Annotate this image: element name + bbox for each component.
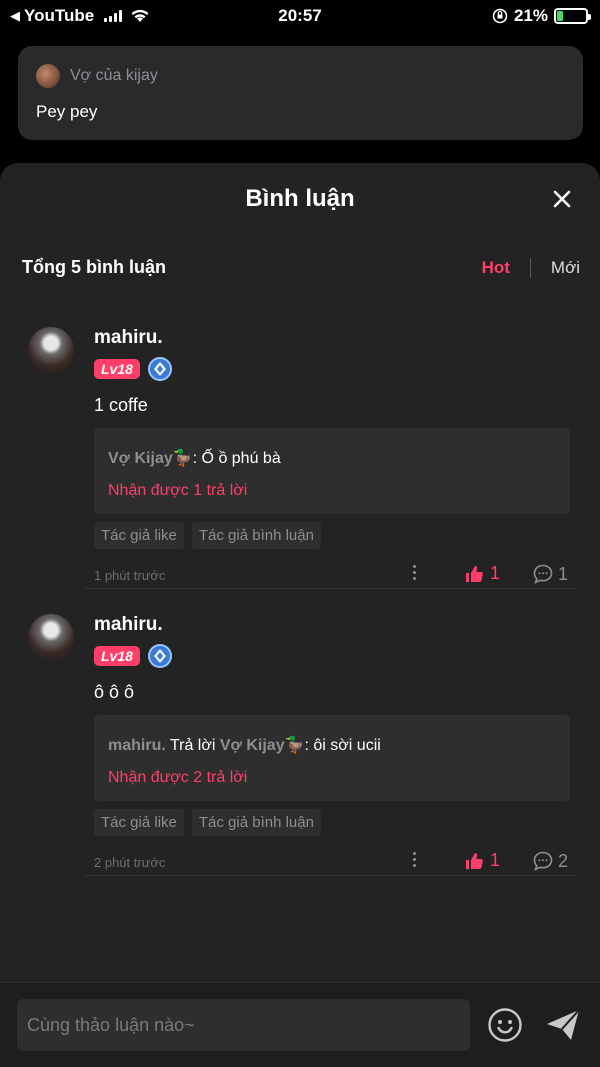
sort-tabs: Hot Mới xyxy=(482,257,580,278)
comment-count: Tổng 5 bình luận xyxy=(22,257,166,277)
more-options-icon[interactable] xyxy=(410,565,418,580)
more-options-icon[interactable] xyxy=(410,852,418,867)
reply-author[interactable]: mahiru. xyxy=(108,737,166,754)
battery-percent: 21% xyxy=(513,6,548,25)
avatar[interactable] xyxy=(28,327,74,373)
back-app-label: YouTube xyxy=(24,6,95,25)
view-replies-link[interactable]: Nhận được 1 trả lời xyxy=(108,482,556,500)
reply-text: : ôi sời ucii xyxy=(304,737,381,754)
comments-sheet: Bình luận Tổng 5 bình luận Hot Mới mahir… xyxy=(0,163,600,1067)
author-like-tag: Tác giả like xyxy=(94,522,184,549)
wifi-icon xyxy=(130,8,150,24)
level-badge: Lv18 xyxy=(94,646,140,666)
status-bar: ◀ YouTube 20:57 21% xyxy=(0,0,600,32)
author-comment-tag: Tác giả bình luận xyxy=(191,522,321,549)
comment-username[interactable]: mahiru. xyxy=(94,327,576,349)
reply-to-label: Trả lời xyxy=(165,737,220,754)
reply-username[interactable]: Vợ Kijay🦆 xyxy=(108,450,193,467)
emoji-button[interactable] xyxy=(487,1007,523,1043)
comment-bubble-icon xyxy=(533,851,553,872)
level-badge: Lv18 xyxy=(94,359,140,379)
comment-time: 1 phút trước xyxy=(94,567,166,583)
comment-username[interactable]: mahiru. xyxy=(94,614,576,636)
battery-icon xyxy=(554,8,591,24)
close-button[interactable] xyxy=(548,185,576,213)
tab-new[interactable]: Mới xyxy=(531,258,580,278)
comment-bubble-icon xyxy=(533,564,553,585)
send-icon xyxy=(547,1009,580,1040)
reply-button[interactable]: 1 xyxy=(532,563,568,585)
comment-text: 1 coffe xyxy=(94,395,148,415)
reply-preview[interactable]: Vợ Kijay🦆: Ố ồ phú bà Nhận được 1 trả lờ… xyxy=(94,428,570,514)
avatar xyxy=(36,64,60,88)
signal-icon xyxy=(104,10,123,22)
comment-text: ô ô ô xyxy=(94,682,135,702)
thumbs-up-icon xyxy=(466,852,483,869)
view-replies-link[interactable]: Nhận được 2 trả lời xyxy=(108,769,556,787)
like-count: 1 xyxy=(490,850,501,870)
tab-hot[interactable]: Hot xyxy=(482,258,530,278)
sheet-title: Bình luận xyxy=(245,185,355,212)
reply-count-value: 2 xyxy=(558,850,569,871)
divider xyxy=(84,875,576,876)
emoji-icon xyxy=(488,1008,522,1042)
message-text: Pey pey xyxy=(36,102,98,121)
comment-time: 2 phút trước xyxy=(94,854,166,870)
like-button[interactable]: 1 xyxy=(464,850,500,871)
author-comment-tag: Tác giả bình luận xyxy=(191,809,321,836)
comment-input-bar xyxy=(0,982,600,1067)
message-username: Vợ của kijay xyxy=(70,67,158,84)
diamond-badge-icon xyxy=(147,644,172,668)
reply-button[interactable]: 2 xyxy=(532,850,568,872)
comment-input[interactable] xyxy=(17,999,470,1051)
like-button[interactable]: 1 xyxy=(464,563,500,584)
reply-username[interactable]: Vợ Kijay🦆 xyxy=(220,737,305,754)
reply-text: : Ố ồ phú bà xyxy=(192,450,281,467)
send-button[interactable] xyxy=(545,1007,581,1043)
back-arrow-icon: ◀ xyxy=(10,8,20,23)
divider xyxy=(84,588,576,589)
close-icon xyxy=(553,190,571,208)
orientation-lock-icon xyxy=(492,8,508,24)
diamond-badge-icon xyxy=(147,357,172,381)
reply-count-value: 1 xyxy=(558,563,569,584)
pinned-message-card[interactable]: Vợ của kijay Pey pey xyxy=(18,46,583,140)
reply-preview[interactable]: mahiru. Trả lời Vợ Kijay🦆: ôi sời ucii N… xyxy=(94,715,570,801)
back-to-app[interactable]: ◀ YouTube xyxy=(10,6,150,26)
thumbs-up-icon xyxy=(466,565,483,582)
author-like-tag: Tác giả like xyxy=(94,809,184,836)
like-count: 1 xyxy=(490,563,501,583)
avatar[interactable] xyxy=(28,614,74,660)
